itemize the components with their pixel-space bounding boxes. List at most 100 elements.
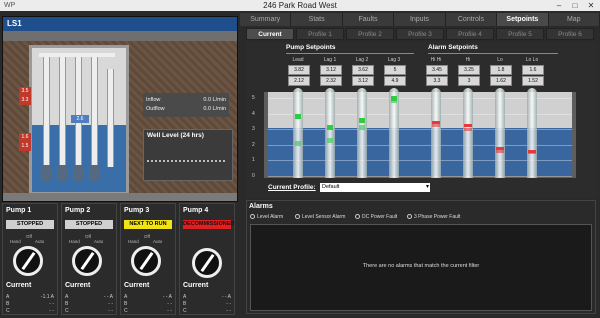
phase-row: C- - (183, 308, 231, 314)
tab-faults[interactable]: Faults (342, 13, 395, 26)
setpoint-on-field[interactable]: 3.25 (458, 65, 480, 75)
setpoint-off-field[interactable]: 1.62 (490, 76, 512, 86)
hoa-hand-label: Hand (10, 239, 21, 244)
phase-value: - - (226, 308, 231, 314)
hoa-off-label: Off (26, 234, 32, 239)
discharge-pipe (59, 57, 66, 167)
setpoint-off-field[interactable]: 3.3 (426, 76, 448, 86)
pump-off-marker[interactable] (359, 125, 365, 131)
pump-status-badge: STOPPED (65, 220, 113, 229)
close-icon[interactable]: ✕ (584, 0, 598, 11)
phase-label: B (6, 301, 10, 307)
phase-label: A (65, 294, 69, 300)
setpoint-on-field[interactable]: 3.12 (320, 65, 342, 75)
alarm-filter-option[interactable]: Level Alarm (250, 214, 283, 220)
column-header: Lag 1 (323, 57, 337, 63)
phase-row: C- - (124, 308, 172, 314)
setpoint-off-field[interactable]: 3.12 (352, 76, 374, 86)
setpoint-on-field[interactable]: 1.8 (490, 65, 512, 75)
alarm-filter-label: 3 Phase Power Fault (414, 214, 461, 220)
radio-icon[interactable] (250, 214, 255, 220)
setpoint-marker: 1.5 (19, 142, 31, 151)
y-tick-label: 1 (252, 157, 255, 164)
subtab-current[interactable]: Current (246, 28, 294, 40)
setpoint-on-field[interactable]: 5 (384, 65, 406, 75)
pump-status-badge: STOPPED (6, 220, 54, 229)
minimize-icon[interactable]: – (552, 0, 566, 11)
pump-on-marker[interactable] (295, 114, 301, 120)
setpoint-off-field[interactable]: 4.9 (384, 76, 406, 86)
column-header: Lead (292, 57, 304, 63)
hoa-selector-knob[interactable] (131, 246, 161, 276)
tab-stats[interactable]: Stats (291, 13, 343, 26)
header-pipe (39, 53, 115, 57)
alarm-reset-marker[interactable] (496, 149, 504, 153)
hoa-auto-label: Auto (94, 239, 104, 244)
hoa-selector-knob[interactable] (13, 246, 43, 276)
setpoint-on-field[interactable]: 1.6 (522, 65, 544, 75)
setpoint-tube (463, 88, 473, 178)
setpoint-tube (431, 88, 441, 178)
alarm-filter-option[interactable]: DC Power Fault (355, 214, 397, 220)
setpoint-marker: 3.5 (19, 87, 31, 96)
tab-summary[interactable]: Summary (240, 13, 292, 26)
subtab-profile-1[interactable]: Profile 1 (296, 28, 344, 40)
alarm-reset-marker[interactable] (432, 123, 440, 127)
flow-value: 0.0 L/min (203, 97, 226, 103)
pump-on-marker[interactable] (359, 117, 365, 123)
subtab-profile-3[interactable]: Profile 3 (396, 28, 444, 40)
tab-setpoints[interactable]: Setpoints (497, 13, 549, 26)
phase-row: A- - A (183, 294, 231, 300)
pump-off-marker[interactable] (327, 137, 333, 143)
trend-label: Well Level (24 hrs) (147, 132, 204, 139)
subtab-profile-2[interactable]: Profile 2 (346, 28, 394, 40)
pump-off-marker[interactable] (295, 140, 301, 146)
phase-value: - - A (221, 294, 231, 300)
setpoint-on-field[interactable]: 3.45 (426, 65, 448, 75)
tab-controls[interactable]: Controls (445, 13, 498, 26)
chevron-down-icon[interactable]: ▾ (426, 183, 429, 192)
pump-on-marker[interactable] (327, 125, 333, 131)
tab-inputs[interactable]: Inputs (394, 13, 446, 26)
setpoint-off-field[interactable]: 2.12 (288, 76, 310, 86)
alarm-reset-marker[interactable] (464, 128, 472, 132)
phase-value: - - (167, 301, 172, 307)
ground-slab (3, 193, 237, 201)
alarm-reset-marker[interactable] (528, 151, 536, 155)
phase-row: B- - (6, 301, 54, 307)
setpoint-on-field[interactable]: 3.82 (288, 65, 310, 75)
alarm-list[interactable]: There are no alarms that match the curre… (250, 224, 592, 311)
well-level-trend[interactable]: Well Level (24 hrs) (143, 129, 233, 181)
radio-icon[interactable] (407, 214, 412, 220)
subtab-profile-5[interactable]: Profile 5 (496, 28, 544, 40)
hoa-selector-knob[interactable] (192, 248, 222, 278)
title-bar: WP 246 Park Road West – □ ✕ (0, 0, 600, 11)
setpoint-off-field[interactable]: 1.52 (522, 76, 544, 86)
phase-row: C- - (65, 308, 113, 314)
profile-select-value: Default (322, 184, 340, 190)
alarm-filter-option[interactable]: Level Sensor Alarm (295, 214, 345, 220)
column-header: Lag 3 (387, 57, 401, 63)
phase-label: C (65, 308, 69, 314)
subtab-profile-4[interactable]: Profile 4 (446, 28, 494, 40)
divider (286, 53, 414, 54)
alarm-set-marker[interactable] (464, 124, 472, 128)
current-profile-label: Current Profile: (268, 184, 316, 191)
radio-icon[interactable] (295, 214, 300, 220)
phase-label: A (6, 294, 10, 300)
tab-map[interactable]: Map (548, 13, 600, 26)
setpoint-on-field[interactable]: 3.62 (352, 65, 374, 75)
alarm-filter-option[interactable]: 3 Phase Power Fault (407, 214, 460, 220)
hoa-hand-label: Hand (69, 239, 80, 244)
pump-off-marker[interactable] (391, 97, 397, 103)
radio-icon[interactable] (355, 214, 360, 220)
maximize-icon[interactable]: □ (568, 0, 582, 11)
alarms-header: Alarms (249, 203, 273, 210)
setpoint-off-field[interactable]: 3 (458, 76, 480, 86)
y-tick-label: 2 (252, 141, 255, 148)
hoa-selector-knob[interactable] (72, 246, 102, 276)
window-title: 246 Park Road West (263, 1, 337, 10)
setpoint-off-field[interactable]: 2.32 (320, 76, 342, 86)
profile-select[interactable]: Default ▾ (320, 183, 430, 192)
subtab-profile-6[interactable]: Profile 6 (546, 28, 594, 40)
